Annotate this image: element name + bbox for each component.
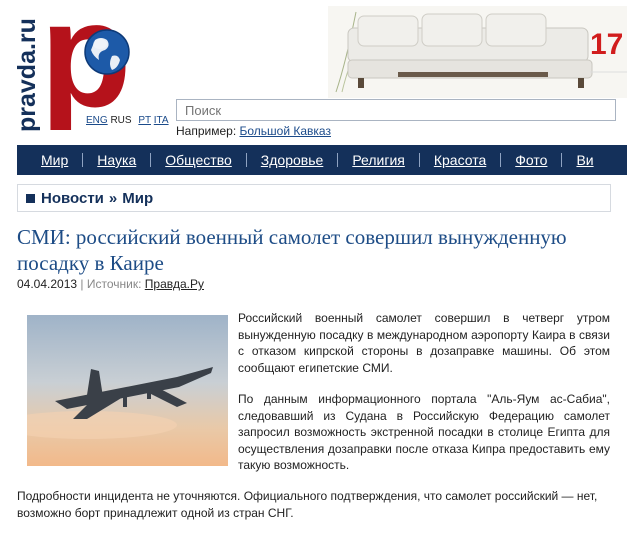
article-photo xyxy=(27,315,228,466)
article-paragraph: Подробности инцидента не уточняются. Офи… xyxy=(17,489,598,520)
bomber-aircraft-image xyxy=(27,315,228,466)
search-example: Например: Большой Кавказ xyxy=(176,124,331,138)
nav-item-video[interactable]: Ви xyxy=(562,152,607,168)
lang-ita-link[interactable]: ITA xyxy=(154,115,169,126)
site-name-text: pravda.ru xyxy=(14,18,40,132)
breadcrumb: Новости » Мир xyxy=(17,184,611,212)
lang-pt-link[interactable]: PT xyxy=(138,115,151,126)
breadcrumb-section[interactable]: Новости xyxy=(41,190,104,207)
search-example-prefix: Например: xyxy=(176,124,240,138)
article-date: 04.04.2013 xyxy=(17,277,78,291)
article-headline: СМИ: российский военный самолет совершил… xyxy=(17,225,567,275)
nav-item-religion[interactable]: Религия xyxy=(338,152,419,168)
ad-price-number: 17 xyxy=(590,28,623,61)
sofa-image: 17 xyxy=(328,6,627,98)
language-switcher: ENG RUS PT ITA xyxy=(86,115,169,126)
article-paragraph: Российский военный самолет совершил в че… xyxy=(238,311,610,375)
search-input[interactable] xyxy=(176,99,616,121)
breadcrumb-subsection[interactable]: Мир xyxy=(122,190,153,207)
nav-item-science[interactable]: Наука xyxy=(83,152,150,168)
site-name-logo[interactable]: pravda.ru xyxy=(14,8,40,132)
nav-item-photo[interactable]: Фото xyxy=(501,152,561,168)
article-paragraph: По данным информационного портала "Аль-Я… xyxy=(238,392,610,472)
article-meta: 04.04.2013 | Источник: Правда.Ру xyxy=(17,277,204,291)
sofa-ad-banner[interactable]: 17 xyxy=(328,6,627,98)
lang-eng-link[interactable]: ENG xyxy=(86,115,108,126)
meta-separator: | xyxy=(80,277,84,291)
breadcrumb-separator: » xyxy=(108,189,118,207)
globe-icon xyxy=(84,29,130,75)
nav-item-world[interactable]: Мир xyxy=(17,152,82,168)
pravda-logo[interactable]: p xyxy=(46,6,158,130)
nav-item-health[interactable]: Здоровье xyxy=(247,152,338,168)
search-example-link[interactable]: Большой Кавказ xyxy=(239,124,330,138)
main-nav: Мир Наука Общество Здоровье Религия Крас… xyxy=(17,145,627,175)
nav-item-society[interactable]: Общество xyxy=(151,152,246,168)
nav-item-beauty[interactable]: Красота xyxy=(420,152,500,168)
square-bullet-icon xyxy=(26,193,35,203)
source-label: Источник: xyxy=(86,277,142,291)
lang-rus-current: RUS xyxy=(110,115,132,126)
source-link[interactable]: Правда.Ру xyxy=(145,277,204,291)
